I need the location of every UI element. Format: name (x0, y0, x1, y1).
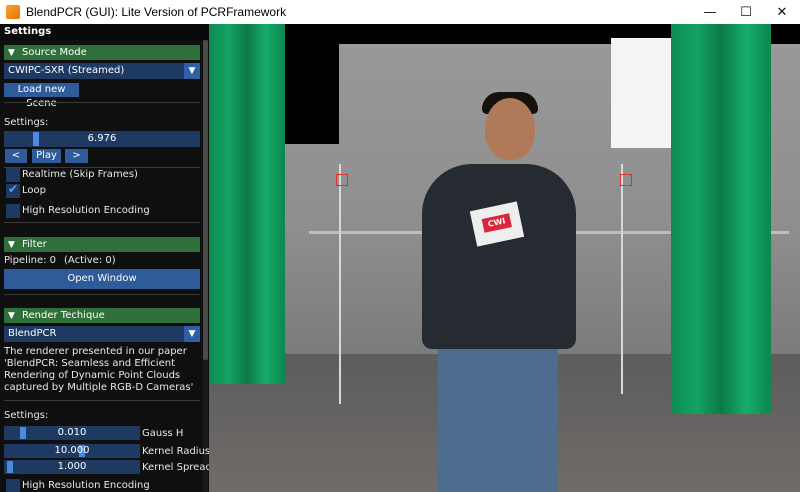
kernel-radius-value: 10.000 (54, 445, 90, 456)
panel-header: Settings (0, 24, 209, 40)
loop-checkbox[interactable]: ✔ Loop (4, 182, 200, 199)
active-text: (Active: 0) (64, 255, 116, 266)
window-title: BlendPCR (GUI): Lite Version of PCRFrame… (26, 5, 287, 19)
render-technique-combo[interactable]: BlendPCR ▼ (4, 326, 200, 342)
renderer-description: The renderer presented in our paper 'Ble… (4, 346, 194, 393)
source-mode-section[interactable]: ▼ Source Mode (4, 45, 200, 60)
person-head (485, 98, 535, 160)
camera-stand (621, 164, 623, 394)
slider-grab[interactable] (6, 461, 13, 473)
gauss-h-value: 0.010 (57, 427, 87, 438)
separator (4, 294, 200, 295)
source-mode-label: Source Mode (22, 47, 87, 58)
gauss-h-slider[interactable]: 0.010 (4, 426, 140, 440)
camera-stand (339, 164, 341, 404)
person-hoodie (422, 164, 576, 349)
separator (4, 222, 200, 223)
dropdown-arrow-icon[interactable]: ▼ (184, 63, 200, 79)
separator (4, 102, 200, 103)
frame-value: 6.976 (87, 133, 117, 144)
frame-slider[interactable]: 6.976 (4, 131, 200, 147)
close-button[interactable]: ✕ (764, 0, 800, 24)
person-jeans (438, 329, 558, 492)
window-controls: — ☐ ✕ (692, 0, 800, 24)
green-curtain-left (209, 24, 285, 384)
next-frame-button[interactable]: > (65, 149, 88, 163)
render-settings-label: Settings: (4, 410, 49, 421)
app-icon (6, 5, 20, 19)
green-curtain-right (671, 24, 771, 414)
camera-marker (336, 174, 348, 186)
pipeline-text: Pipeline: 0 (4, 255, 57, 266)
play-button[interactable]: Play (32, 149, 61, 163)
filter-label: Filter (22, 239, 47, 250)
loop-label: Loop (22, 185, 46, 196)
open-window-button[interactable]: Open Window (4, 269, 200, 289)
panel-scrollbar[interactable] (203, 40, 208, 492)
source-settings-label: Settings: (4, 117, 49, 128)
kernel-spread-value: 1.000 (57, 461, 87, 472)
render-technique-section[interactable]: ▼ Render Techique (4, 308, 200, 323)
camera-marker (620, 174, 632, 186)
hires-encoding-label: High Resolution Encoding (22, 205, 150, 216)
checkbox-box[interactable] (6, 479, 20, 492)
collapse-arrow-icon: ▼ (8, 311, 15, 321)
slider-grab[interactable] (19, 427, 26, 439)
checkbox-box[interactable]: ✔ (6, 182, 20, 198)
load-scene-button[interactable]: Load new Scene (4, 83, 79, 109)
checkbox-box[interactable] (6, 168, 20, 182)
collapse-arrow-icon: ▼ (8, 240, 15, 250)
maximize-button[interactable]: ☐ (728, 0, 764, 24)
frame-slider-grab[interactable] (32, 132, 39, 146)
realtime-label: Realtime (Skip Frames) (22, 169, 138, 180)
prev-frame-button[interactable]: < (5, 149, 27, 163)
checkmark-icon: ✔ (8, 182, 19, 196)
dropdown-arrow-icon[interactable]: ▼ (184, 326, 200, 342)
scrollbar-thumb[interactable] (203, 40, 208, 360)
hoodie-logo-text: CWI (481, 213, 512, 233)
hires-encoding-checkbox[interactable]: High Resolution Encoding (4, 203, 200, 219)
kernel-radius-slider[interactable]: 10.000 (4, 444, 140, 458)
collapse-arrow-icon: ▼ (8, 48, 15, 58)
render-technique-value: BlendPCR (8, 328, 57, 339)
separator (4, 400, 200, 401)
render-hires-encoding-label: High Resolution Encoding (22, 480, 150, 491)
settings-panel: Settings ▼ Source Mode CWIPC-SXR (Streame… (0, 24, 209, 492)
realtime-checkbox[interactable]: Realtime (Skip Frames) (4, 167, 200, 183)
filter-section[interactable]: ▼ Filter (4, 237, 200, 252)
minimize-button[interactable]: — (692, 0, 728, 24)
render-hires-encoding-checkbox[interactable]: High Resolution Encoding (4, 478, 200, 492)
gauss-h-label: Gauss H (142, 428, 184, 439)
title-bar: BlendPCR (GUI): Lite Version of PCRFrame… (0, 0, 800, 24)
kernel-radius-label: Kernel Radius (142, 446, 209, 457)
render-viewport[interactable]: CWI (209, 24, 800, 492)
source-mode-combo[interactable]: CWIPC-SXR (Streamed) ▼ (4, 63, 200, 79)
kernel-spread-slider[interactable]: 1.000 (4, 460, 140, 474)
checkbox-box[interactable] (6, 204, 20, 218)
source-mode-value: CWIPC-SXR (Streamed) (8, 65, 125, 76)
kernel-spread-label: Kernel Spread (142, 462, 209, 473)
render-technique-label: Render Techique (22, 310, 105, 321)
